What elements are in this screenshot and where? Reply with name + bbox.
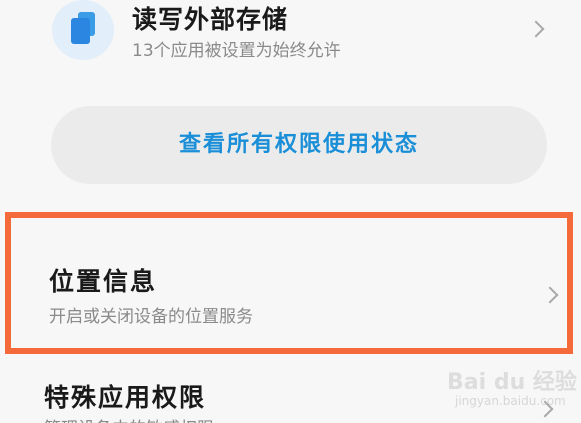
location-permission-title: 位置信息 [49,267,158,296]
storage-icon-badge [52,0,114,60]
special-permission-subtitle: 管理设备中的敏感权限 [44,414,214,423]
watermark-domain: jingyan.baidu.com [455,394,566,408]
special-permission-title: 特殊应用权限 [44,383,207,412]
folder-icon [71,12,95,44]
list-item-storage-permission[interactable]: 读写外部存储 13个应用被设置为始终允许 [0,0,581,92]
location-permission-subtitle: 开启或关闭设备的位置服务 [49,307,253,327]
storage-permission-subtitle: 13个应用被设置为始终允许 [132,41,341,61]
chevron-right-icon [541,286,559,304]
chevron-right-icon [527,20,545,38]
view-all-permissions-button[interactable]: 查看所有权限使用状态 [51,106,547,184]
storage-permission-title: 读写外部存储 [132,5,289,34]
baidu-jingyan-watermark: Bai du 经验 jingyan.baidu.com [447,364,577,414]
permissions-screen: 读写外部存储 13个应用被设置为始终允许 查看所有权限使用状态 位置信息 开启或… [0,0,581,423]
list-item-location-permission[interactable]: 位置信息 开启或关闭设备的位置服务 [5,212,573,354]
watermark-brand: Bai du 经验 [447,370,577,395]
